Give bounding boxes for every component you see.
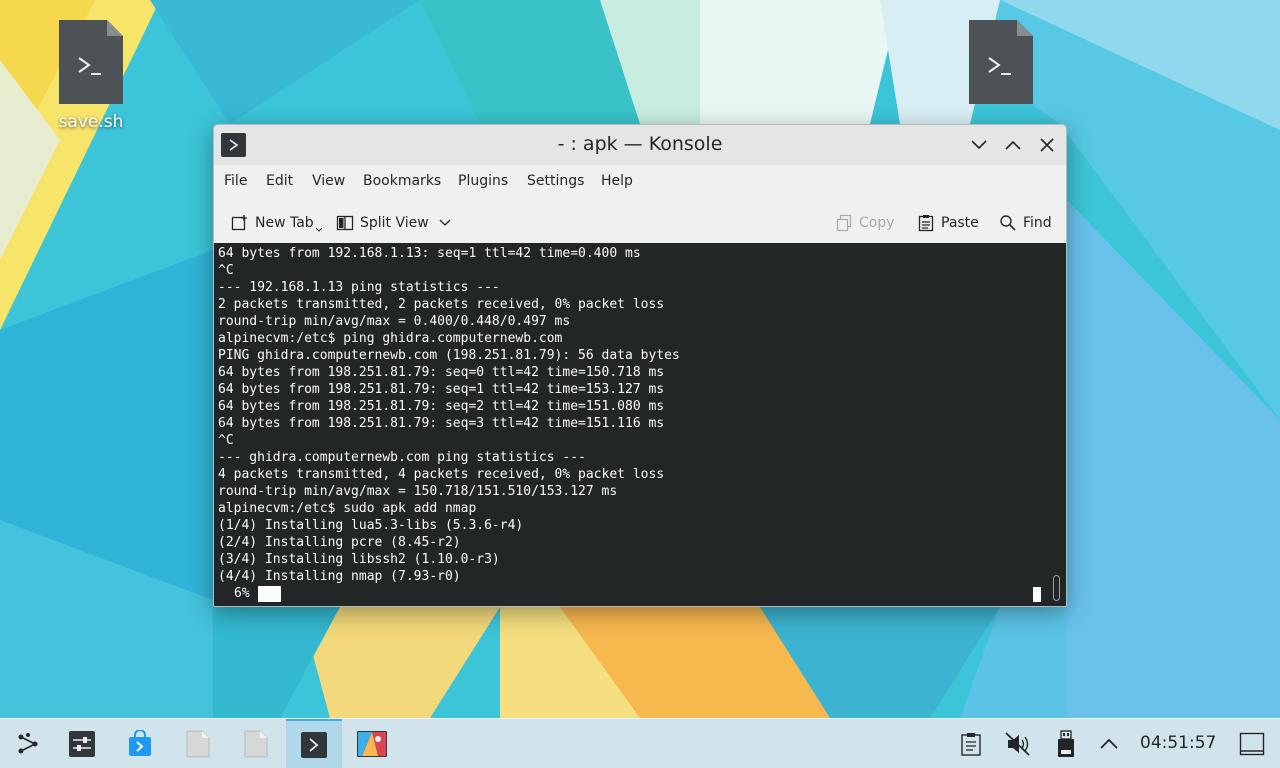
menu-help[interactable]: Help: [601, 173, 633, 189]
menu-bookmarks[interactable]: Bookmarks: [363, 173, 441, 189]
terminal-output: 64 bytes from 192.168.1.13: seq=1 ttl=42…: [218, 245, 680, 585]
task-file-2[interactable]: [228, 719, 284, 768]
desktop-icon-label: save.sh: [58, 112, 124, 132]
new-tab-button[interactable]: New Tab: [231, 211, 322, 235]
title-bar[interactable]: - : apk — Konsole: [214, 125, 1066, 165]
task-file-1[interactable]: [170, 719, 226, 768]
terminal-line: 64 bytes from 198.251.81.79: seq=1 ttl=4…: [218, 382, 665, 397]
progress-bar: [257, 585, 306, 602]
find-button[interactable]: Find: [999, 211, 1052, 235]
split-view-button[interactable]: Split View: [336, 211, 457, 235]
discover-icon: [129, 730, 151, 756]
close-icon: [1040, 138, 1054, 152]
chevron-down-icon: [971, 140, 987, 150]
search-icon: [1000, 215, 1016, 231]
maximize-button[interactable]: [1000, 133, 1026, 157]
task-image-viewer[interactable]: [344, 719, 400, 768]
terminal-line: round-trip min/avg/max = 150.718/151.510…: [218, 484, 618, 499]
menu-file[interactable]: File: [224, 173, 247, 189]
terminal-line: 64 bytes from 198.251.81.79: seq=3 ttl=4…: [218, 416, 665, 431]
desktop-icon-script[interactable]: [956, 18, 1046, 106]
tray-usb[interactable]: [1052, 719, 1080, 768]
file-icon: [244, 730, 268, 758]
terminal-view[interactable]: 64 bytes from 192.168.1.13: seq=1 ttl=42…: [214, 243, 1066, 606]
application-launcher-icon: [18, 733, 38, 754]
toolbar: New Tab Split View Copy Paste Find: [214, 203, 1066, 243]
show-desktop-button[interactable]: [1236, 719, 1268, 768]
task-system-settings[interactable]: [54, 719, 110, 768]
minimize-button[interactable]: [966, 133, 992, 157]
close-button[interactable]: [1034, 133, 1060, 157]
terminal-line: ^C: [218, 433, 234, 448]
task-discover[interactable]: [112, 719, 168, 768]
tray-expand[interactable]: [1096, 719, 1122, 768]
new-tab-icon: [231, 215, 247, 231]
split-view-label: Split View: [360, 215, 429, 231]
copy-button[interactable]: Copy: [835, 211, 895, 235]
window-title: - : apk — Konsole: [557, 133, 723, 155]
menu-settings[interactable]: Settings: [527, 173, 584, 189]
menu-view[interactable]: View: [312, 173, 345, 189]
paste-button[interactable]: Paste: [917, 211, 979, 235]
terminal-scrollbar[interactable]: [1053, 575, 1060, 601]
konsole-window: - : apk — Konsole File Edit View Bookmar…: [213, 124, 1067, 607]
terminal-line: alpinecvm:/etc$ ping ghidra.computernewb…: [218, 331, 563, 346]
tray-clipboard[interactable]: [956, 719, 986, 768]
paste-icon: [918, 215, 934, 232]
desktop-icon-save-sh[interactable]: save.sh: [46, 18, 136, 132]
file-icon: [186, 730, 210, 758]
copy-label: Copy: [859, 215, 895, 231]
progress-percent: 6%: [234, 586, 250, 601]
install-progress: 6%: [218, 585, 306, 602]
tray-volume[interactable]: [1002, 719, 1034, 768]
terminal-line: --- 192.168.1.13 ping statistics ---: [218, 280, 500, 295]
terminal-line: ^C: [218, 263, 234, 278]
find-label: Find: [1023, 215, 1052, 231]
task-konsole[interactable]: [286, 719, 342, 768]
chevron-up-icon: [1005, 140, 1021, 150]
progress-fill: [257, 585, 281, 602]
konsole-icon: [301, 732, 327, 758]
system-settings-icon: [69, 731, 95, 757]
copy-icon: [836, 214, 852, 232]
shell-script-icon: [57, 18, 125, 106]
digital-clock[interactable]: 04:51:57: [1140, 733, 1216, 753]
terminal-line: 64 bytes from 192.168.1.13: seq=1 ttl=42…: [218, 246, 641, 261]
new-tab-label: New Tab: [255, 215, 314, 231]
menu-plugins[interactable]: Plugins: [458, 173, 508, 189]
clipboard-icon: [961, 733, 981, 756]
terminal-line: (1/4) Installing lua5.3-libs (5.3.6-r4): [218, 518, 524, 533]
menu-bar: File Edit View Bookmarks Plugins Setting…: [214, 165, 1066, 199]
terminal-line: round-trip min/avg/max = 0.400/0.448/0.4…: [218, 314, 571, 329]
terminal-line: 4 packets transmitted, 4 packets receive…: [218, 467, 665, 482]
terminal-line: PING ghidra.computernewb.com (198.251.81…: [218, 348, 680, 363]
terminal-line: 2 packets transmitted, 2 packets receive…: [218, 297, 665, 312]
terminal-line: (3/4) Installing libssh2 (1.10.0-r3): [218, 552, 500, 567]
shell-script-icon: [967, 18, 1035, 106]
volume-muted-icon: [1005, 732, 1030, 756]
dropdown-indicator-icon: [315, 227, 322, 232]
taskbar: 04:51:57: [0, 718, 1280, 768]
terminal-line: (2/4) Installing pcre (8.45-r2): [218, 535, 461, 550]
application-launcher-button[interactable]: [0, 719, 56, 768]
split-view-icon: [336, 215, 354, 231]
terminal-cursor: [1033, 587, 1041, 602]
chevron-down-icon: [439, 219, 451, 226]
show-desktop-icon: [1239, 732, 1265, 756]
terminal-line: (4/4) Installing nmap (7.93-r0): [218, 569, 461, 584]
terminal-line: 64 bytes from 198.251.81.79: seq=0 ttl=4…: [218, 365, 665, 380]
terminal-line: --- ghidra.computernewb.com ping statist…: [218, 450, 586, 465]
terminal-line: 64 bytes from 198.251.81.79: seq=2 ttl=4…: [218, 399, 665, 414]
usb-drive-icon: [1058, 730, 1074, 757]
menu-edit[interactable]: Edit: [266, 173, 293, 189]
terminal-line: alpinecvm:/etc$ sudo apk add nmap: [218, 501, 477, 516]
paste-label: Paste: [941, 215, 979, 231]
image-viewer-icon: [357, 731, 387, 757]
expand-tray-icon: [1100, 738, 1118, 749]
